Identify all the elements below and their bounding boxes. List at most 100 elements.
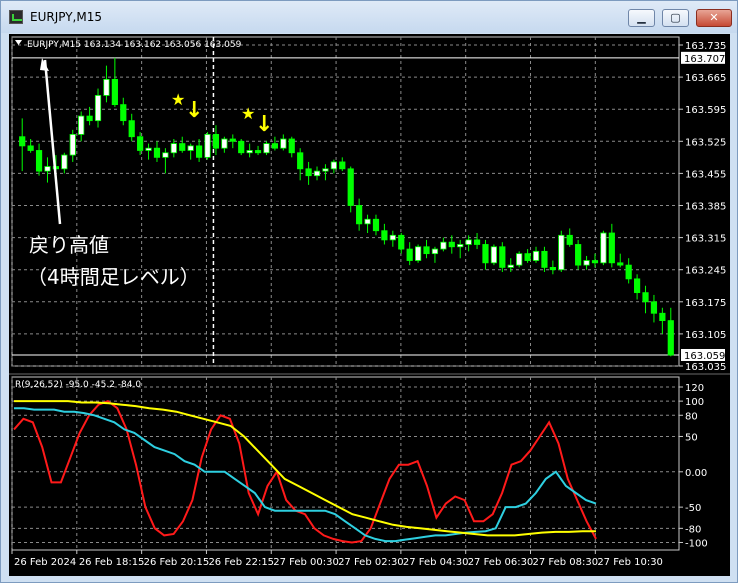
candle-body[interactable] <box>204 134 211 158</box>
x-tick-label: 27 Feb 10:30 <box>597 557 663 568</box>
candle-body[interactable] <box>297 152 304 170</box>
candle-body[interactable] <box>415 246 422 261</box>
chart-canvas[interactable]: 26 Feb 2024 26 Feb 18:15 26 Feb 20:15 26 Fe… <box>9 34 730 576</box>
candle-body[interactable] <box>187 145 194 151</box>
candle-body[interactable] <box>473 239 481 245</box>
candle-body[interactable] <box>246 150 253 154</box>
x-tick-label: 27 Feb 08:30 <box>533 557 599 568</box>
osc-tick-label: 80 <box>685 411 698 422</box>
candle-body[interactable] <box>280 138 287 149</box>
candle-body[interactable] <box>566 234 573 245</box>
candle-body[interactable] <box>196 145 203 158</box>
candle-body[interactable] <box>111 78 118 106</box>
candle-body[interactable] <box>516 253 523 266</box>
candle-body[interactable] <box>507 264 514 268</box>
candle-body[interactable] <box>625 264 632 280</box>
osc-tick-label: 0.00 <box>685 468 707 479</box>
candle-body[interactable] <box>465 239 472 245</box>
candle-body[interactable] <box>305 168 312 177</box>
candle-body[interactable] <box>372 218 380 232</box>
price-level-label: 163.707 <box>684 54 725 65</box>
candle-body[interactable] <box>667 320 674 356</box>
candle-body[interactable] <box>238 140 245 154</box>
header-triangle-icon[interactable] <box>15 40 22 45</box>
candle-body[interactable] <box>44 166 51 172</box>
y-tick-label: 163.245 <box>685 266 726 277</box>
title-bar[interactable]: EURJPY,M15 ▁ ▢ ✕ <box>1 1 737 33</box>
candle-body[interactable] <box>634 278 641 294</box>
chart-app-icon <box>9 10 23 24</box>
close-button[interactable]: ✕ <box>696 9 732 27</box>
candle-body[interactable] <box>532 250 540 261</box>
osc-line-fast[interactable] <box>13 399 597 544</box>
candle-body[interactable] <box>35 150 43 172</box>
candle-body[interactable] <box>600 232 607 264</box>
candle-body[interactable] <box>482 244 489 264</box>
candle-body[interactable] <box>94 95 102 122</box>
y-tick-label: 163.455 <box>685 169 726 180</box>
candle-body[interactable] <box>389 234 396 241</box>
candle-body[interactable] <box>499 246 506 268</box>
candle-body[interactable] <box>617 262 624 266</box>
candle-body[interactable] <box>642 292 649 303</box>
candle-body[interactable] <box>650 301 658 314</box>
candle-body[interactable] <box>313 170 321 177</box>
candle-body[interactable] <box>448 241 455 248</box>
candle-body[interactable] <box>27 145 34 151</box>
y-tick-label: 163.735 <box>685 41 726 52</box>
candle-body[interactable] <box>69 134 76 156</box>
candle-body[interactable] <box>431 248 439 255</box>
maximize-button[interactable]: ▢ <box>662 9 689 27</box>
y-tick-label: 163.035 <box>685 362 726 373</box>
candle-body[interactable] <box>120 104 127 122</box>
candle-body[interactable] <box>254 150 262 154</box>
candle-body[interactable] <box>137 136 144 151</box>
candle-body[interactable] <box>212 134 220 149</box>
candle-body[interactable] <box>347 168 354 206</box>
y-tick-label: 163.525 <box>685 137 726 148</box>
chart-svg[interactable]: 26 Feb 2024 26 Feb 18:15 26 Feb 20:15 26 Fe… <box>9 34 730 576</box>
candle-body[interactable] <box>490 246 497 264</box>
candle-body[interactable] <box>128 120 135 138</box>
candle-body[interactable] <box>381 230 388 241</box>
candle-body[interactable] <box>263 143 270 154</box>
candle-body[interactable] <box>406 248 413 261</box>
candle-body[interactable] <box>591 260 599 264</box>
candle-body[interactable] <box>339 161 346 170</box>
candle-body[interactable] <box>162 152 169 158</box>
candle-body[interactable] <box>61 154 68 170</box>
candle-body[interactable] <box>440 241 447 250</box>
candle-body[interactable] <box>179 143 186 151</box>
candle-body[interactable] <box>524 253 531 261</box>
candle-body[interactable] <box>153 147 161 158</box>
x-tick-label: 26 Feb 20:15 <box>144 557 210 568</box>
candle-body[interactable] <box>229 138 236 142</box>
candle-body[interactable] <box>398 234 405 250</box>
candle-body[interactable] <box>364 218 371 225</box>
candle-body[interactable] <box>19 136 26 147</box>
candle-body[interactable] <box>608 232 615 264</box>
candle-body[interactable] <box>330 161 337 170</box>
candle-body[interactable] <box>221 138 228 149</box>
candle-body[interactable] <box>541 250 548 268</box>
candle-body[interactable] <box>457 244 464 248</box>
candle-body[interactable] <box>103 78 110 96</box>
x-tick-label: 27 Feb 04:30 <box>403 557 469 568</box>
candle-body[interactable] <box>549 267 556 271</box>
candle-body[interactable] <box>288 138 295 154</box>
candle-body[interactable] <box>322 168 329 172</box>
candle-body[interactable] <box>271 143 278 149</box>
candle-body[interactable] <box>659 312 666 322</box>
candle-body[interactable] <box>170 143 177 154</box>
candle-body[interactable] <box>356 205 363 225</box>
candle-body[interactable] <box>86 115 93 122</box>
y-tick-label: 163.175 <box>685 298 726 309</box>
candle-body[interactable] <box>558 234 565 271</box>
chart-window: EURJPY,M15 ▁ ▢ ✕ 26 Feb 2024 26 Feb 18:15… <box>0 0 738 583</box>
candle-body[interactable] <box>575 244 582 266</box>
candle-body[interactable] <box>145 147 152 151</box>
minimize-button[interactable]: ▁ <box>628 9 655 27</box>
candle-body[interactable] <box>583 260 590 266</box>
candle-body[interactable] <box>78 115 85 135</box>
candle-body[interactable] <box>423 246 430 255</box>
